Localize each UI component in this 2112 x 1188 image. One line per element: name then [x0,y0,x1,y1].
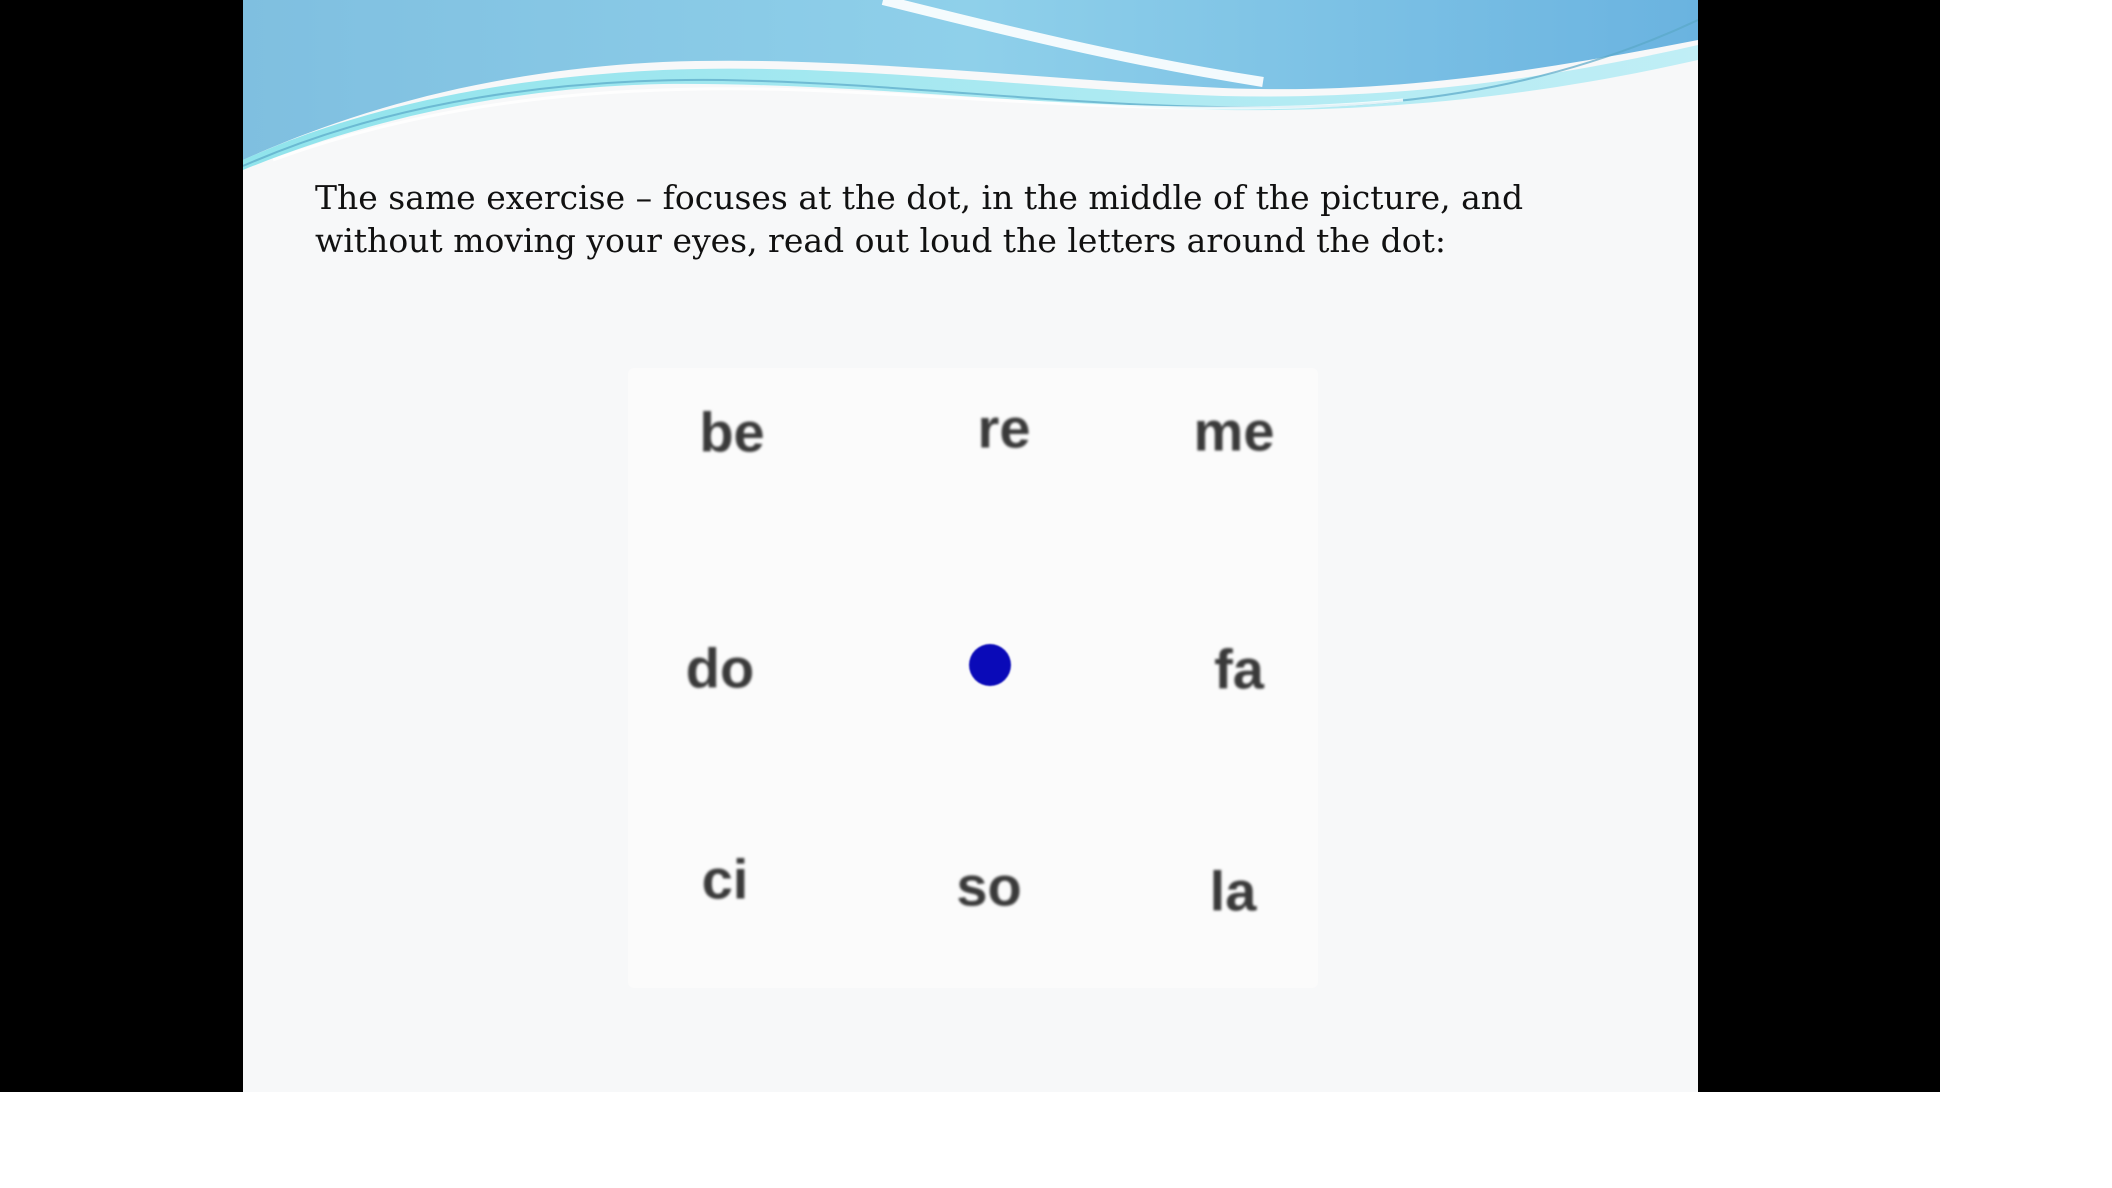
syllable-bottom-left: ci [701,847,749,911]
focus-dot [969,644,1011,686]
syllable-bottom-right: la [1209,859,1257,923]
syllable-bottom-center: so [956,854,1022,918]
syllable-top-center: re [977,396,1031,460]
syllable-top-right: me [1193,399,1275,463]
syllable-middle-right: fa [1214,637,1264,701]
instruction-text: The same exercise – focuses at the dot, … [315,178,1524,260]
video-frame: The same exercise – focuses at the dot, … [0,0,1940,1092]
exercise-grid: be re me do fa ci so la [628,368,1318,988]
presentation-slide: The same exercise – focuses at the dot, … [243,0,1698,1092]
syllable-top-left: be [699,400,765,464]
slide-header-wave [243,0,1698,170]
syllable-middle-left: do [685,636,755,700]
